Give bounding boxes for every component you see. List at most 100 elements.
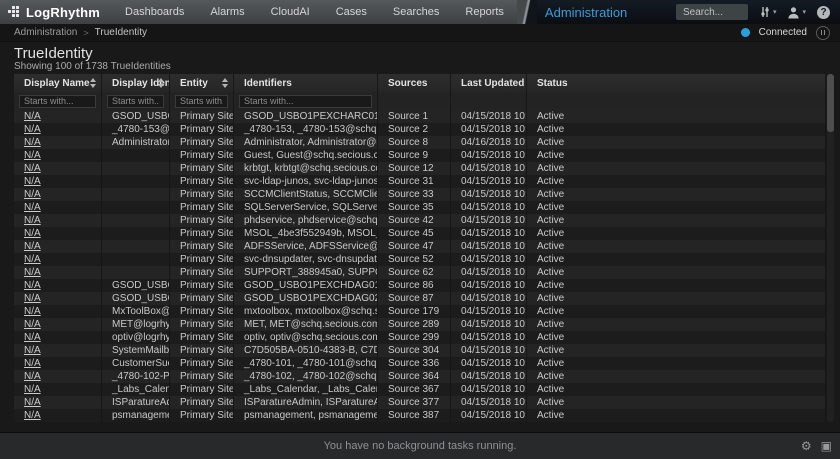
cell-identifiers: Administrator, Administrator@schq.seciou… xyxy=(234,136,378,149)
page-title: TrueIdentity xyxy=(14,42,840,62)
identity-link[interactable]: N/A xyxy=(24,137,41,148)
table-row[interactable]: N/APrimary Sitesvc-dnsupdater, svc-dnsup… xyxy=(14,253,826,266)
identity-link[interactable]: N/A xyxy=(24,293,41,304)
cell-source: Source 289 xyxy=(378,318,451,331)
table-row[interactable]: N/APrimary SiteSQLServerService, SQLServ… xyxy=(14,201,826,214)
user-icon xyxy=(787,6,800,19)
identity-link[interactable]: N/A xyxy=(24,371,41,382)
cell-display_name: N/A xyxy=(14,188,102,201)
sort-icon[interactable] xyxy=(222,78,228,88)
sort-icon[interactable] xyxy=(90,78,96,88)
cell-last_updated: 04/15/2018 10:23:03 pm xyxy=(451,383,527,396)
table-row[interactable]: N/APrimary Sitephdservice, phdservice@sc… xyxy=(14,214,826,227)
identity-link[interactable]: N/A xyxy=(24,111,41,122)
identity-link[interactable]: N/A xyxy=(24,241,41,252)
table-row[interactable]: N/AGSOD_USBO1PEX...Primary SiteGSOD_USBO… xyxy=(14,110,826,123)
cell-identifiers: GSOD_USBO1PEXCHARC01, GSOD_USBO1P... xyxy=(234,110,378,123)
help-button[interactable]: ? xyxy=(817,6,830,19)
identity-link[interactable]: N/A xyxy=(24,319,41,330)
nav-item-alarms[interactable]: Alarms xyxy=(197,0,257,24)
identity-link[interactable]: N/A xyxy=(24,176,41,187)
table-row[interactable]: N/AISParatureAdmin...Primary SiteISParat… xyxy=(14,396,826,409)
table-row[interactable]: N/A_4780-102-Ping@...Primary Site_4780-1… xyxy=(14,370,826,383)
cell-identifiers: MSOL_4be3f552949b, MSOL_4be3f552949b... xyxy=(234,227,378,240)
column-header-display_identifier[interactable]: Display Identi... xyxy=(102,74,170,92)
table-row[interactable]: N/A_4780-153@logrh...Primary Site_4780-1… xyxy=(14,123,826,136)
nav-item-cloudai[interactable]: CloudAI xyxy=(258,0,323,24)
table-row[interactable]: N/AGSOD_USBO1PEX...Primary SiteGSOD_USBO… xyxy=(14,279,826,292)
tasks-panel-icon[interactable]: ▣ xyxy=(821,440,832,452)
pause-updates-button[interactable] xyxy=(816,26,830,40)
identity-link[interactable]: N/A xyxy=(24,267,41,278)
identity-link[interactable]: N/A xyxy=(24,163,41,174)
gear-icon[interactable]: ⚙ xyxy=(801,440,812,452)
table-row[interactable]: N/APrimary Sitekrbtgt, krbtgt@schq.secio… xyxy=(14,162,826,175)
cell-display_identifier xyxy=(102,162,170,175)
table-row[interactable]: N/APrimary Sitesvc-ldap-junos, svc-ldap-… xyxy=(14,175,826,188)
table-row[interactable]: N/Aoptiv@logrhythm...Primary Siteoptiv, … xyxy=(14,331,826,344)
cell-source: Source 179 xyxy=(378,305,451,318)
cell-last_updated: 04/15/2018 10:23:03 pm xyxy=(451,188,527,201)
table-row[interactable]: N/APrimary SiteGuest, Guest@schq.secious… xyxy=(14,149,826,162)
identity-link[interactable]: N/A xyxy=(24,358,41,369)
identity-link[interactable]: N/A xyxy=(24,332,41,343)
table-row[interactable]: N/APrimary SiteSCCMClientStatus, SCCMCli… xyxy=(14,188,826,201)
filter-cell-display_identifier xyxy=(102,92,170,110)
identity-link[interactable]: N/A xyxy=(24,150,41,161)
table-row[interactable]: N/ASystemMailbox{C...Primary SiteC7D505B… xyxy=(14,344,826,357)
identity-link[interactable]: N/A xyxy=(24,410,41,421)
table-row[interactable]: N/A_Labs_Calendar@...Primary Site_Labs_C… xyxy=(14,383,826,396)
preferences-menu-button[interactable]: ▾ xyxy=(759,6,777,18)
scrollbar-thumb[interactable] xyxy=(827,74,834,132)
filter-input-display_identifier[interactable] xyxy=(107,95,164,108)
cell-identifiers: _4780-153, _4780-153@schq.secious.com, _… xyxy=(234,123,378,136)
table-row[interactable]: N/Apsmanagement@...Primary Sitepsmanagem… xyxy=(14,409,826,422)
identity-link[interactable]: N/A xyxy=(24,215,41,226)
identity-link[interactable]: N/A xyxy=(24,254,41,265)
identity-link[interactable]: N/A xyxy=(24,384,41,395)
cell-status: Active xyxy=(527,318,826,331)
filter-input-identifiers[interactable] xyxy=(239,95,372,108)
identity-link[interactable]: N/A xyxy=(24,397,41,408)
cell-status: Active xyxy=(527,331,826,344)
filter-input-display_name[interactable] xyxy=(19,95,96,108)
identity-link[interactable]: N/A xyxy=(24,189,41,200)
table-row[interactable]: N/ACustomerSuccess...Primary Site_4780-1… xyxy=(14,357,826,370)
nav-item-dashboards[interactable]: Dashboards xyxy=(112,0,197,24)
nav-item-reports[interactable]: Reports xyxy=(452,0,517,24)
identity-link[interactable]: N/A xyxy=(24,345,41,356)
user-menu-button[interactable]: ▾ xyxy=(787,6,806,19)
column-header-entity[interactable]: Entity xyxy=(170,74,234,92)
tab-administration[interactable]: Administration xyxy=(537,5,627,20)
logrhythm-brand[interactable]: LogRhythm xyxy=(0,0,112,24)
cell-source: Source 367 xyxy=(378,383,451,396)
nav-item-searches[interactable]: Searches xyxy=(380,0,452,24)
table-row[interactable]: N/AMET@logrhythm...Primary SiteMET, MET@… xyxy=(14,318,826,331)
sort-icon[interactable] xyxy=(158,78,164,88)
table-row[interactable]: N/AMxToolBox@logr...Primary Sitemxtoolbo… xyxy=(14,305,826,318)
identity-link[interactable]: N/A xyxy=(24,228,41,239)
column-label: Status xyxy=(537,78,568,89)
breadcrumb-separator-icon: > xyxy=(83,28,88,38)
breadcrumb-administration[interactable]: Administration xyxy=(14,27,77,38)
filter-input-entity[interactable] xyxy=(175,95,228,108)
table-row[interactable]: N/APrimary SiteMSOL_4be3f552949b, MSOL_4… xyxy=(14,227,826,240)
identity-link[interactable]: N/A xyxy=(24,306,41,317)
identity-link[interactable]: N/A xyxy=(24,280,41,291)
nav-item-cases[interactable]: Cases xyxy=(323,0,380,24)
column-header-display_name[interactable]: Display Name xyxy=(14,74,102,92)
table-row[interactable]: N/AGSOD_USBO1PEX...Primary SiteGSOD_USBO… xyxy=(14,292,826,305)
table-row[interactable]: N/APrimary SiteSUPPORT_388945a0, SUPPORT… xyxy=(14,266,826,279)
table-row[interactable]: N/AAdministrator@lo...Primary SiteAdmini… xyxy=(14,136,826,149)
search-input[interactable]: Search... xyxy=(676,4,748,20)
vertical-scrollbar[interactable] xyxy=(827,74,834,422)
cell-display_identifier: CustomerSuccess... xyxy=(102,357,170,370)
cell-source: Source 47 xyxy=(378,240,451,253)
identity-link[interactable]: N/A xyxy=(24,202,41,213)
brand-name: LogRhythm xyxy=(26,5,100,20)
identity-link[interactable]: N/A xyxy=(24,124,41,135)
filter-cell-identifiers xyxy=(234,92,378,110)
table-row[interactable]: N/APrimary SiteADFSService, ADFSService@… xyxy=(14,240,826,253)
cell-source: Source 52 xyxy=(378,253,451,266)
logrhythm-logo-icon xyxy=(8,6,20,18)
